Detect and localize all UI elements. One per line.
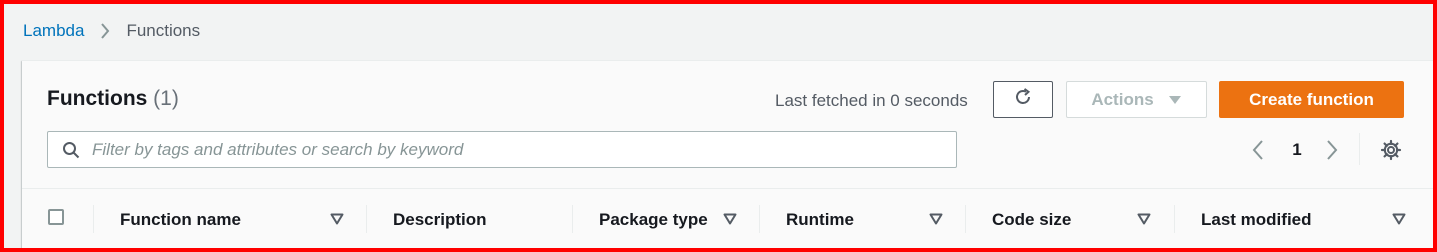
column-label: Runtime [786,210,854,229]
breadcrumb-functions-current: Functions [126,21,201,40]
column-header-function-name[interactable]: Function name [94,189,366,248]
breadcrumb: Lambda Functions [23,20,200,42]
next-page-icon[interactable] [1325,139,1339,166]
search-icon [62,141,80,159]
screenshot-frame: Lambda Functions Functions (1) Last fetc… [0,0,1437,252]
sort-icon [723,213,737,225]
column-header-code-size[interactable]: Code size [966,189,1174,248]
column-label: Code size [992,210,1072,229]
chevron-right-icon [100,23,110,39]
last-fetched-status: Last fetched in 0 seconds [775,91,968,110]
sort-icon [929,213,943,225]
create-function-button[interactable]: Create function [1219,81,1404,118]
pagination-divider [1359,133,1360,165]
actions-dropdown-button[interactable]: Actions [1066,81,1207,118]
page-title: Functions (1) [47,87,179,111]
search-field [47,131,957,168]
functions-table-container: Functions (1) Last fetched in 0 seconds … [22,60,1433,248]
column-header-last-modified[interactable]: Last modified [1175,189,1433,248]
search-input[interactable] [90,138,934,161]
previous-page-icon[interactable] [1251,139,1265,166]
refresh-icon [1013,87,1033,112]
refresh-button[interactable] [993,81,1053,118]
breadcrumb-lambda-link[interactable]: Lambda [23,21,84,41]
sort-icon [1137,213,1151,225]
column-header-description[interactable]: Description [367,189,572,248]
column-label: Package type [599,210,708,229]
table-header-row: Function name Description Package type R… [22,189,1433,248]
current-page-number[interactable]: 1 [1290,140,1304,160]
sort-icon [330,213,344,225]
caret-down-icon [1168,95,1182,105]
sort-icon [1392,213,1406,225]
settings-gear-icon[interactable] [1380,139,1402,166]
page-title-label: Functions [47,87,148,110]
column-label: Description [393,210,487,229]
select-all-checkbox[interactable] [48,209,64,225]
column-label: Last modified [1201,210,1312,229]
function-count: (1) [153,87,179,110]
column-label: Function name [120,210,241,229]
actions-label: Actions [1091,89,1154,109]
column-header-package-type[interactable]: Package type [573,189,759,248]
column-header-runtime[interactable]: Runtime [760,189,965,248]
